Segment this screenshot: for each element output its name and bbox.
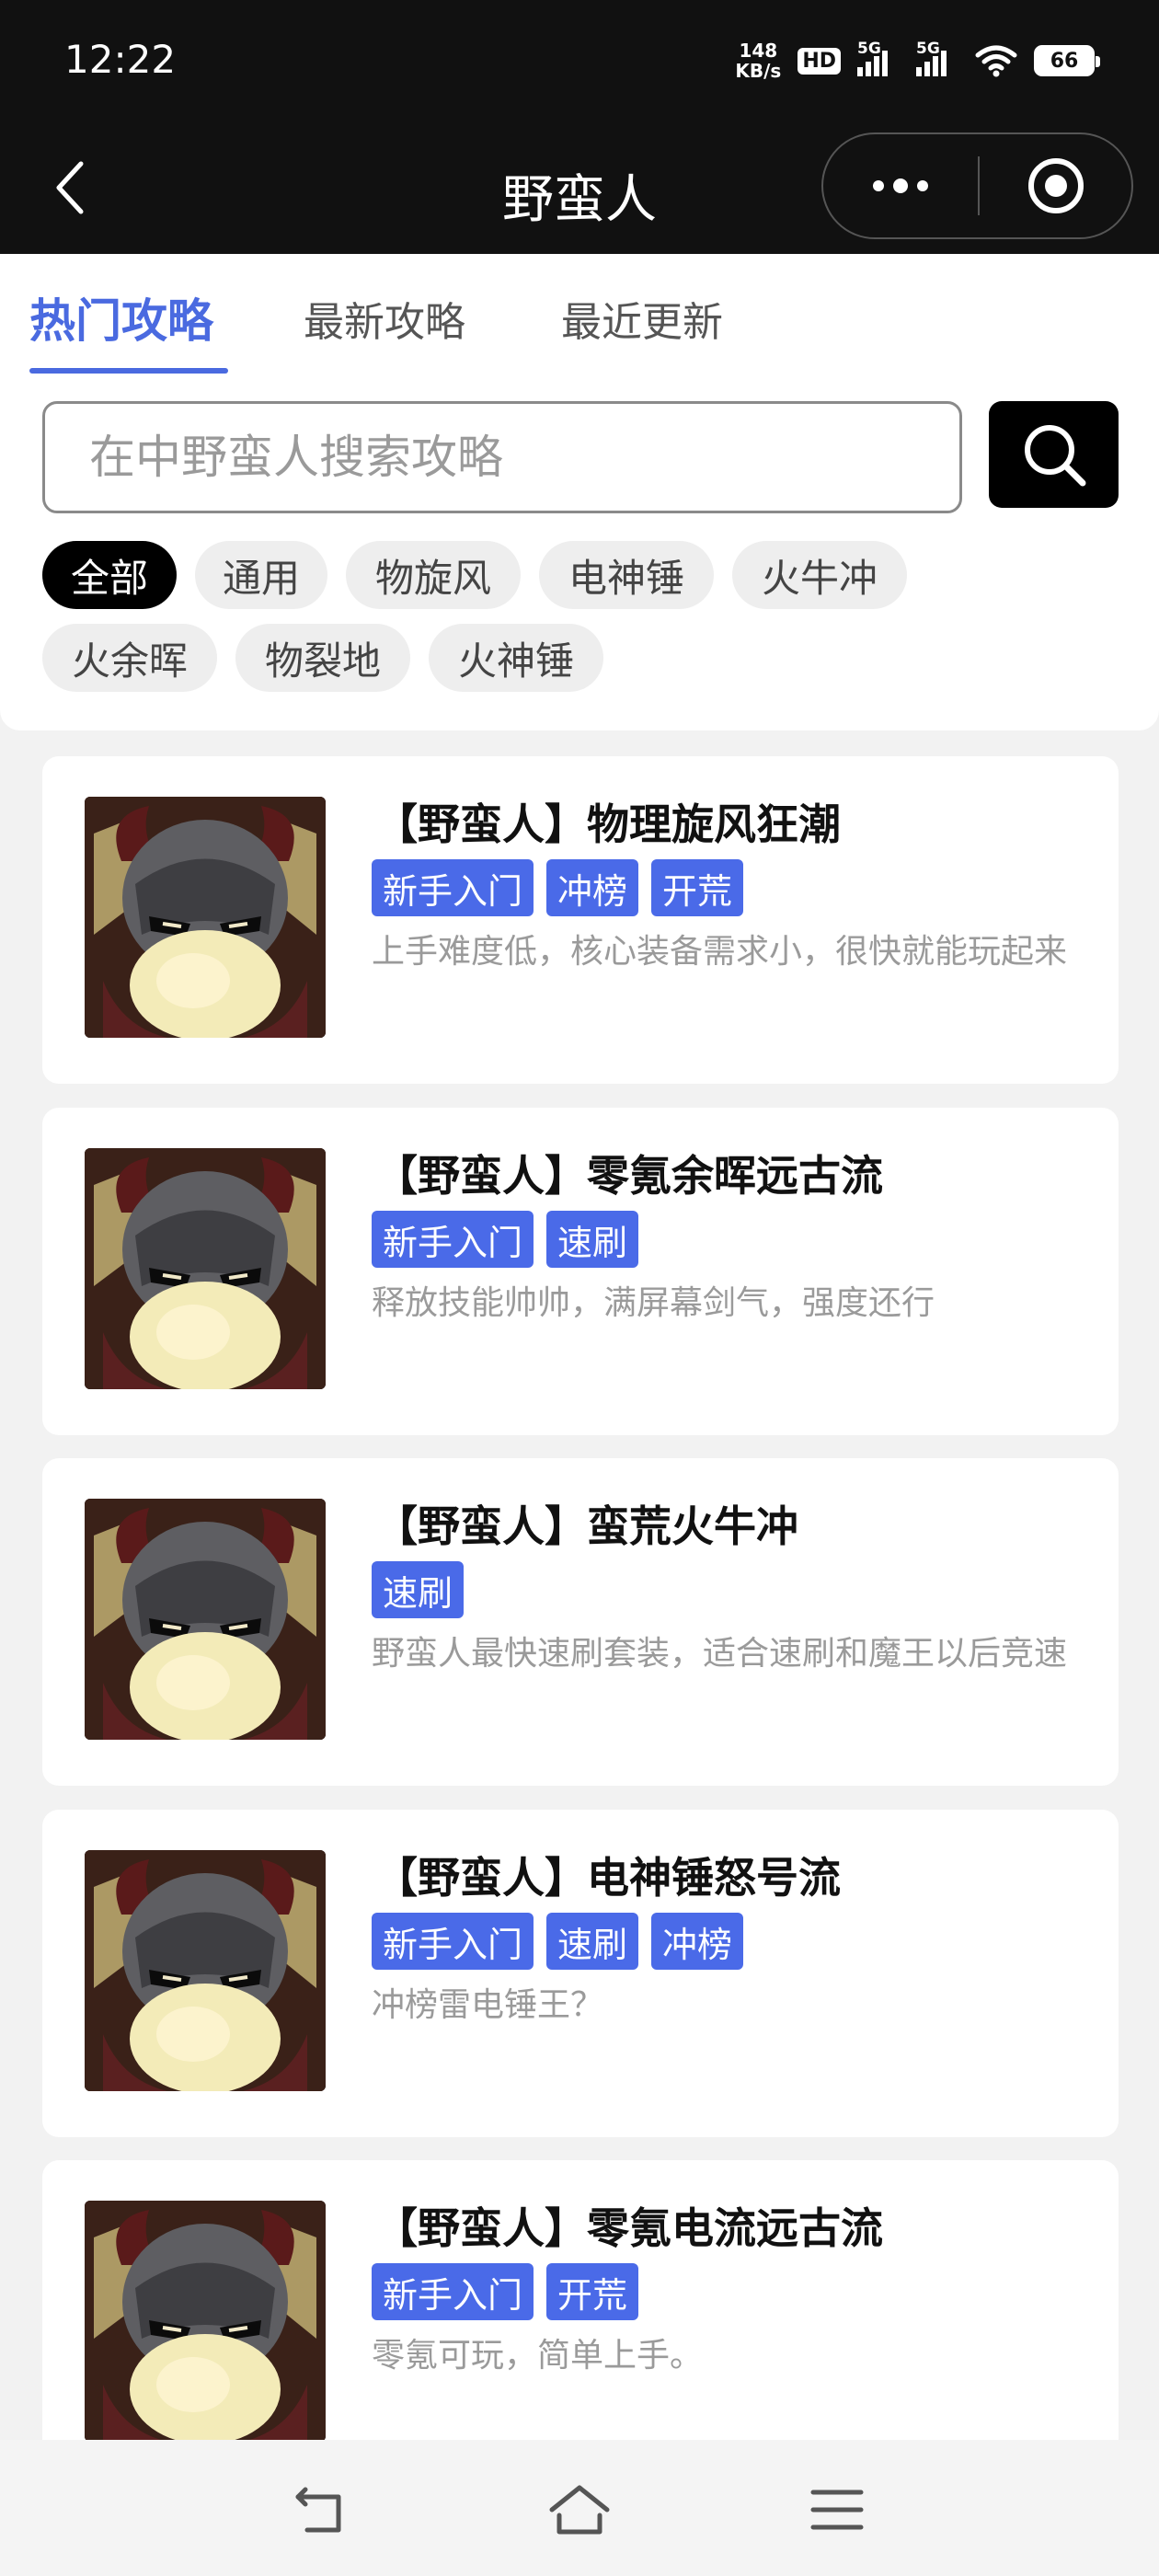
battery-icon: 66 bbox=[1034, 45, 1100, 76]
guide-tags: 新手入门 速刷 bbox=[372, 1211, 639, 1268]
guide-title: 【野蛮人】零氪电流远古流 bbox=[375, 2203, 883, 2253]
guide-thumbnail bbox=[85, 1499, 326, 1740]
filter-chip[interactable]: 火余晖 bbox=[42, 624, 217, 692]
guide-tag: 新手入门 bbox=[372, 859, 534, 916]
wifi-icon bbox=[975, 45, 1017, 77]
filter-panel: 全部 通用 物旋风 电神锤 火牛冲 火余晖 物裂地 火神锤 bbox=[0, 377, 1159, 730]
search-icon bbox=[1024, 425, 1085, 487]
guide-title: 【野蛮人】电神锤怒号流 bbox=[375, 1853, 841, 1903]
filter-chip[interactable]: 物裂地 bbox=[235, 624, 410, 692]
guide-thumbnail bbox=[85, 1850, 326, 2091]
mini-program-capsule bbox=[821, 132, 1133, 239]
system-nav-bar bbox=[0, 2440, 1159, 2576]
guide-description: 冲榜雷电锤王？ bbox=[372, 1986, 604, 2024]
guide-card[interactable]: 【野蛮人】蛮荒火牛冲 速刷 野蛮人最快速刷套装，适合速刷和魔王以后竞速 bbox=[42, 1458, 1119, 1786]
guide-thumbnail bbox=[85, 1148, 326, 1389]
more-dot-icon bbox=[917, 180, 928, 191]
filter-chip-all[interactable]: 全部 bbox=[42, 541, 177, 609]
guide-description: 零氪可玩，简单上手。 bbox=[372, 2337, 704, 2375]
guide-tag: 速刷 bbox=[372, 1561, 465, 1618]
nav-bar: 野蛮人 bbox=[0, 121, 1159, 254]
system-menu-button[interactable] bbox=[800, 2473, 874, 2547]
tab-bar: 热门攻略 最新攻略 最近更新 bbox=[0, 254, 1159, 377]
guide-card[interactable]: 【野蛮人】物理旋风狂潮 新手入门 冲榜 开荒 上手难度低，核心装备需求小，很快就能玩… bbox=[42, 756, 1119, 1084]
guide-card[interactable]: 【野蛮人】电神锤怒号流 新手入门 速刷 冲榜 冲榜雷电锤王？ bbox=[42, 1810, 1119, 2137]
guide-tags: 新手入门 速刷 冲榜 bbox=[372, 1913, 744, 1970]
guide-title: 【野蛮人】物理旋风狂潮 bbox=[375, 799, 841, 849]
guide-tag: 新手入门 bbox=[372, 1211, 534, 1268]
guide-tag: 开荒 bbox=[546, 2263, 639, 2320]
barbarian-portrait-icon bbox=[85, 1499, 326, 1740]
filter-chip[interactable]: 通用 bbox=[195, 541, 327, 609]
barbarian-portrait-icon bbox=[85, 1850, 326, 2091]
guide-thumbnail bbox=[85, 2201, 326, 2442]
menu-icon bbox=[810, 2490, 864, 2530]
hd-icon: HD bbox=[798, 47, 841, 75]
guide-card[interactable]: 【野蛮人】零氪余晖远古流 新手入门 速刷 释放技能帅帅，满屏幕剑气，强度还行 bbox=[42, 1108, 1119, 1435]
barbarian-portrait-icon bbox=[85, 1148, 326, 1389]
filter-chip[interactable]: 火神锤 bbox=[429, 624, 603, 692]
tab-recent-updates[interactable]: 最近更新 bbox=[561, 289, 723, 348]
search-button[interactable] bbox=[989, 401, 1119, 508]
system-home-button[interactable] bbox=[543, 2473, 616, 2547]
back-arrow-icon bbox=[295, 2487, 341, 2533]
tab-active-indicator bbox=[29, 368, 228, 374]
target-close-icon bbox=[1027, 158, 1084, 213]
search-input[interactable] bbox=[42, 401, 962, 513]
status-time: 12:22 bbox=[64, 37, 177, 82]
guide-tag: 速刷 bbox=[546, 1211, 639, 1268]
guide-tag: 速刷 bbox=[546, 1913, 639, 1970]
filter-chip[interactable]: 火牛冲 bbox=[732, 541, 907, 609]
tab-hot-guides[interactable]: 热门攻略 bbox=[29, 284, 213, 351]
guide-tag: 冲榜 bbox=[546, 859, 639, 916]
guide-tag: 新手入门 bbox=[372, 1913, 534, 1970]
guide-card[interactable]: 【野蛮人】零氪电流远古流 新手入门 开荒 零氪可玩，简单上手。 bbox=[42, 2160, 1119, 2488]
barbarian-portrait-icon bbox=[85, 797, 326, 1038]
guide-description: 野蛮人最快速刷套装，适合速刷和魔王以后竞速 bbox=[372, 1635, 1068, 1673]
tab-latest-guides[interactable]: 最新攻略 bbox=[304, 289, 465, 348]
guide-tags: 新手入门 开荒 bbox=[372, 2263, 639, 2320]
guide-tag: 开荒 bbox=[651, 859, 744, 916]
more-dot-icon bbox=[893, 178, 908, 193]
guide-title: 【野蛮人】零氪余晖远古流 bbox=[375, 1151, 883, 1201]
status-icons: 148 KB/s HD 5G 5G 66 bbox=[735, 40, 1100, 82]
guide-tag: 冲榜 bbox=[651, 1913, 744, 1970]
guide-tag: 新手入门 bbox=[372, 2263, 534, 2320]
guide-description: 上手难度低，核心装备需求小，很快就能玩起来 bbox=[372, 933, 1068, 971]
guide-title: 【野蛮人】蛮荒火牛冲 bbox=[375, 1501, 798, 1551]
more-button[interactable] bbox=[823, 134, 978, 237]
network-speed: 148 KB/s bbox=[735, 40, 782, 82]
home-icon bbox=[549, 2485, 610, 2535]
barbarian-portrait-icon bbox=[85, 2201, 326, 2442]
more-dot-icon bbox=[873, 180, 884, 191]
guide-tags: 新手入门 冲榜 开荒 bbox=[372, 859, 744, 916]
close-button[interactable] bbox=[980, 134, 1131, 237]
system-back-button[interactable] bbox=[285, 2473, 359, 2547]
guide-thumbnail bbox=[85, 797, 326, 1038]
guide-description: 释放技能帅帅，满屏幕剑气，强度还行 bbox=[372, 1284, 935, 1322]
guide-tags: 速刷 bbox=[372, 1561, 465, 1618]
status-bar: 12:22 148 KB/s HD 5G 5G 66 bbox=[0, 0, 1159, 121]
signal-icon: 5G bbox=[916, 40, 958, 76]
signal-icon: 5G bbox=[857, 40, 900, 76]
filter-chip[interactable]: 物旋风 bbox=[346, 541, 521, 609]
filter-chip[interactable]: 电神锤 bbox=[539, 541, 714, 609]
